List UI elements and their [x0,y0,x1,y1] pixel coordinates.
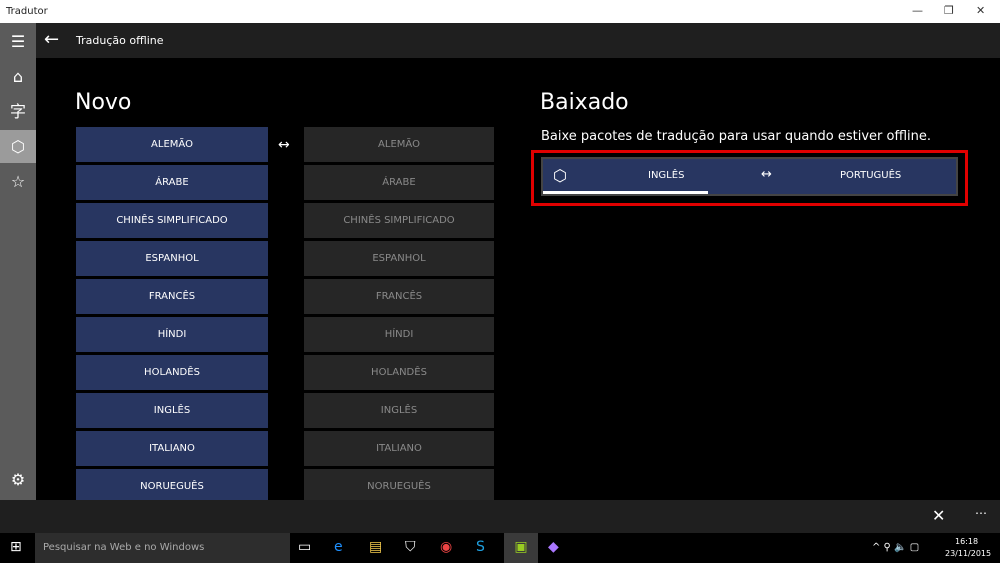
file-explorer-icon[interactable]: ▤ [369,539,382,555]
source-language-item[interactable]: ÁRABE [76,165,268,200]
maximize-button[interactable]: ❐ [944,4,954,17]
phrasebook-icon[interactable]: 字 [0,95,36,128]
close-button[interactable]: ✕ [976,4,985,17]
app-bar: ✕ ⋯ [0,500,1000,533]
more-options-icon[interactable]: ⋯ [975,506,987,520]
page-title: Tradução offline [76,34,164,47]
package-icon: ⬡ [553,166,567,185]
baixado-heading: Baixado [540,90,629,115]
target-language-item[interactable]: INGLÊS [304,393,494,428]
target-language-item[interactable]: ÁRABE [304,165,494,200]
taskbar-search-input[interactable]: Pesquisar na Web e no Windows [35,533,290,563]
windows-start-icon[interactable]: ⊞ [10,539,22,555]
hamburger-menu-icon[interactable]: ☰ [0,25,36,58]
source-language-item[interactable]: HOLANDÊS [76,355,268,390]
source-language-item[interactable]: ITALIANO [76,431,268,466]
target-language-item[interactable]: ESPANHOL [304,241,494,276]
novo-heading: Novo [75,90,132,115]
task-view-icon[interactable]: ▭ [298,539,311,555]
source-language-item[interactable]: ESPANHOL [76,241,268,276]
app-header: ← Tradução offline [36,23,1000,58]
back-arrow-icon[interactable]: ← [44,29,59,50]
target-language-item[interactable]: NORUEGUÊS [304,469,494,504]
source-language-item[interactable]: ALEMÃO [76,127,268,162]
chrome-icon[interactable]: ◉ [440,539,452,555]
swap-arrow-icon[interactable]: ↔ [278,137,290,153]
settings-gear-icon[interactable]: ⚙ [0,463,36,496]
store-icon[interactable]: ⛉ [405,539,416,555]
baixado-description: Baixe pacotes de tradução para usar quan… [541,129,932,144]
window-title: Tradutor [6,6,48,17]
download-progress-bar [543,191,709,194]
target-language-item[interactable]: HOLANDÊS [304,355,494,390]
translator-app-icon[interactable]: ▣ [504,533,538,563]
downloaded-package-card[interactable]: ⬡ INGLÊS ↔ PORTUGUÊS [541,157,958,196]
minimize-button[interactable]: — [912,4,923,17]
close-icon[interactable]: ✕ [932,506,945,525]
package-to-language: PORTUGUÊS [840,170,902,181]
source-language-item[interactable]: INGLÊS [76,393,268,428]
title-bar: Tradutor — ❐ ✕ [0,0,1000,23]
source-language-item[interactable]: NORUEGUÊS [76,469,268,504]
clock-time[interactable]: 16:18 [955,537,978,546]
skype-icon[interactable]: S [476,539,485,555]
package-from-language: INGLÊS [648,170,685,181]
home-icon[interactable]: ⌂ [0,60,36,93]
visual-studio-icon[interactable]: ◆ [548,539,559,555]
package-swap-icon: ↔ [761,167,772,182]
target-language-item[interactable]: HÍNDI [304,317,494,352]
source-language-item[interactable]: FRANCÊS [76,279,268,314]
offline-package-icon[interactable]: ⬡ [0,130,36,163]
taskbar: ⊞ Pesquisar na Web e no Windows ▭ e ▤ ⛉ … [0,533,1000,563]
nav-rail: ☰ ⌂ 字 ⬡ ☆ ⚙ [0,23,36,500]
edge-icon[interactable]: e [334,539,343,555]
clock-date[interactable]: 23/11/2015 [945,549,991,558]
system-tray-icons[interactable]: ^ ⚲ 🔈 ▢ [872,542,919,553]
target-language-item[interactable]: CHINÊS SIMPLIFICADO [304,203,494,238]
source-language-item[interactable]: HÍNDI [76,317,268,352]
target-language-item[interactable]: ITALIANO [304,431,494,466]
target-language-item[interactable]: ALEMÃO [304,127,494,162]
favorites-star-icon[interactable]: ☆ [0,165,36,198]
target-language-item[interactable]: FRANCÊS [304,279,494,314]
source-language-item[interactable]: CHINÊS SIMPLIFICADO [76,203,268,238]
